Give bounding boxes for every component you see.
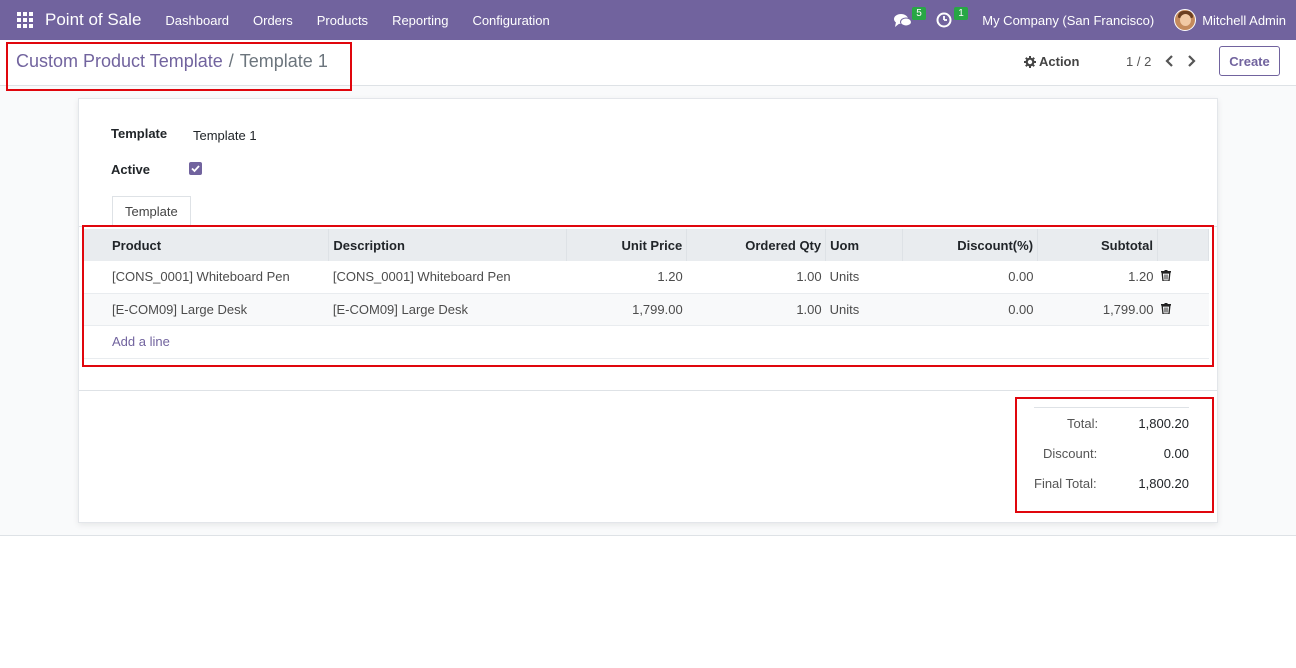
pager-value[interactable]: 1 / 2 [1126, 54, 1151, 69]
app-grid-icon[interactable] [17, 12, 33, 28]
breadcrumb-current: Template 1 [239, 51, 328, 71]
pager-previous-button[interactable] [1162, 52, 1178, 70]
totals-summary: Total: 1,800.20 Discount: 0.00 Final Tot… [1034, 407, 1189, 498]
col-actions-header [1157, 229, 1210, 261]
template-label: Template [111, 126, 168, 141]
col-uom-header[interactable]: Uom [825, 229, 904, 261]
total-row: Total: 1,800.20 [1034, 408, 1189, 438]
create-button[interactable]: Create [1219, 46, 1280, 76]
final-total-row: Final Total: 1,800.20 [1034, 468, 1189, 498]
breadcrumb: Custom Product Template / Template 1 [16, 51, 328, 72]
tab-divider [79, 226, 1217, 227]
total-label: Total: [1067, 415, 1099, 431]
col-unit-price-header[interactable]: Unit Price [566, 229, 688, 261]
table-row[interactable]: [E-COM09] Large Desk [E-COM09] Large Des… [84, 293, 1209, 326]
breadcrumb-parent[interactable]: Custom Product Template [16, 51, 223, 72]
active-checkbox[interactable] [189, 162, 202, 175]
totals-divider [79, 390, 1217, 391]
total-value: 1,800.20 [1138, 415, 1189, 431]
row-uom[interactable]: Units [825, 293, 903, 326]
chevron-left-icon [1165, 55, 1173, 67]
row-subtotal: 1.20 [1037, 261, 1158, 294]
row-ordered-qty[interactable]: 1.00 [686, 261, 826, 294]
add-line-row: Add a line [84, 325, 1209, 359]
gear-icon [1024, 55, 1036, 68]
row-description[interactable]: [E-COM09] Large Desk [328, 293, 567, 326]
col-discount-header[interactable]: Discount(%) [902, 229, 1039, 261]
trash-icon[interactable] [1161, 269, 1172, 282]
row-product[interactable]: [CONS_0001] Whiteboard Pen [84, 261, 329, 294]
action-label: Action [1039, 54, 1080, 69]
activities-count-badge: 1 [954, 7, 968, 20]
template-lines-table: Product Description Unit Price Ordered Q… [84, 229, 1210, 359]
breadcrumb-separator: / [228, 51, 234, 71]
row-delete-cell [1157, 293, 1209, 326]
col-description-header[interactable]: Description [328, 229, 568, 261]
action-button[interactable]: Action [1024, 54, 1079, 69]
navbar-systray: 5 1 My Company (San Francisco) Mitchell … [894, 0, 1296, 40]
clock-icon [936, 12, 952, 28]
user-avatar[interactable] [1174, 9, 1197, 31]
control-panel: Custom Product Template / Template 1 Act… [0, 40, 1296, 86]
checkmark-icon [191, 165, 200, 173]
col-subtotal-header[interactable]: Subtotal [1037, 229, 1158, 261]
row-discount[interactable]: 0.00 [902, 261, 1038, 294]
activities-button[interactable]: 1 [936, 0, 968, 40]
menu-products[interactable]: Products [305, 13, 380, 28]
messages-button[interactable]: 5 [894, 0, 926, 40]
chat-bubbles-icon [894, 13, 913, 27]
top-navbar: Point of Sale Dashboard Orders Products … [0, 0, 1296, 40]
template-field[interactable]: Template 1 [193, 128, 257, 143]
row-product[interactable]: [E-COM09] Large Desk [84, 293, 329, 326]
main-menu: Dashboard Orders Products Reporting Conf… [153, 13, 561, 28]
messages-count-badge: 5 [912, 7, 926, 20]
pager-next-button[interactable] [1184, 52, 1200, 70]
menu-reporting[interactable]: Reporting [380, 13, 460, 28]
row-subtotal: 1,799.00 [1037, 293, 1158, 326]
tab-template[interactable]: Template [112, 196, 191, 227]
discount-row: Discount: 0.00 [1034, 438, 1189, 468]
trash-icon[interactable] [1161, 302, 1172, 315]
menu-orders[interactable]: Orders [241, 13, 305, 28]
table-header-row: Product Description Unit Price Ordered Q… [84, 229, 1210, 261]
row-unit-price[interactable]: 1.20 [566, 261, 687, 294]
row-ordered-qty[interactable]: 1.00 [686, 293, 826, 326]
col-product-header[interactable]: Product [84, 229, 330, 261]
chevron-right-icon [1188, 55, 1196, 67]
discount-value: 0.00 [1163, 445, 1189, 461]
menu-dashboard[interactable]: Dashboard [153, 13, 241, 28]
col-ordered-qty-header[interactable]: Ordered Qty [686, 229, 827, 261]
row-unit-price[interactable]: 1,799.00 [566, 293, 687, 326]
app-name[interactable]: Point of Sale [45, 10, 141, 30]
add-line-link[interactable]: Add a line [112, 334, 170, 349]
final-total-value: 1,800.20 [1138, 475, 1189, 491]
row-description[interactable]: [CONS_0001] Whiteboard Pen [328, 261, 567, 294]
user-menu[interactable]: Mitchell Admin [1202, 13, 1286, 28]
row-discount[interactable]: 0.00 [902, 293, 1038, 326]
discount-label: Discount: [1043, 445, 1098, 461]
form-sheet: Template Template 1 Active Template Prod… [78, 98, 1218, 523]
row-delete-cell [1157, 261, 1209, 294]
active-label: Active [111, 162, 151, 177]
row-uom[interactable]: Units [825, 261, 903, 294]
table-row[interactable]: [CONS_0001] Whiteboard Pen [CONS_0001] W… [84, 261, 1209, 294]
menu-configuration[interactable]: Configuration [460, 13, 561, 28]
final-total-label: Final Total: [1034, 475, 1097, 491]
company-switcher[interactable]: My Company (San Francisco) [982, 13, 1154, 28]
